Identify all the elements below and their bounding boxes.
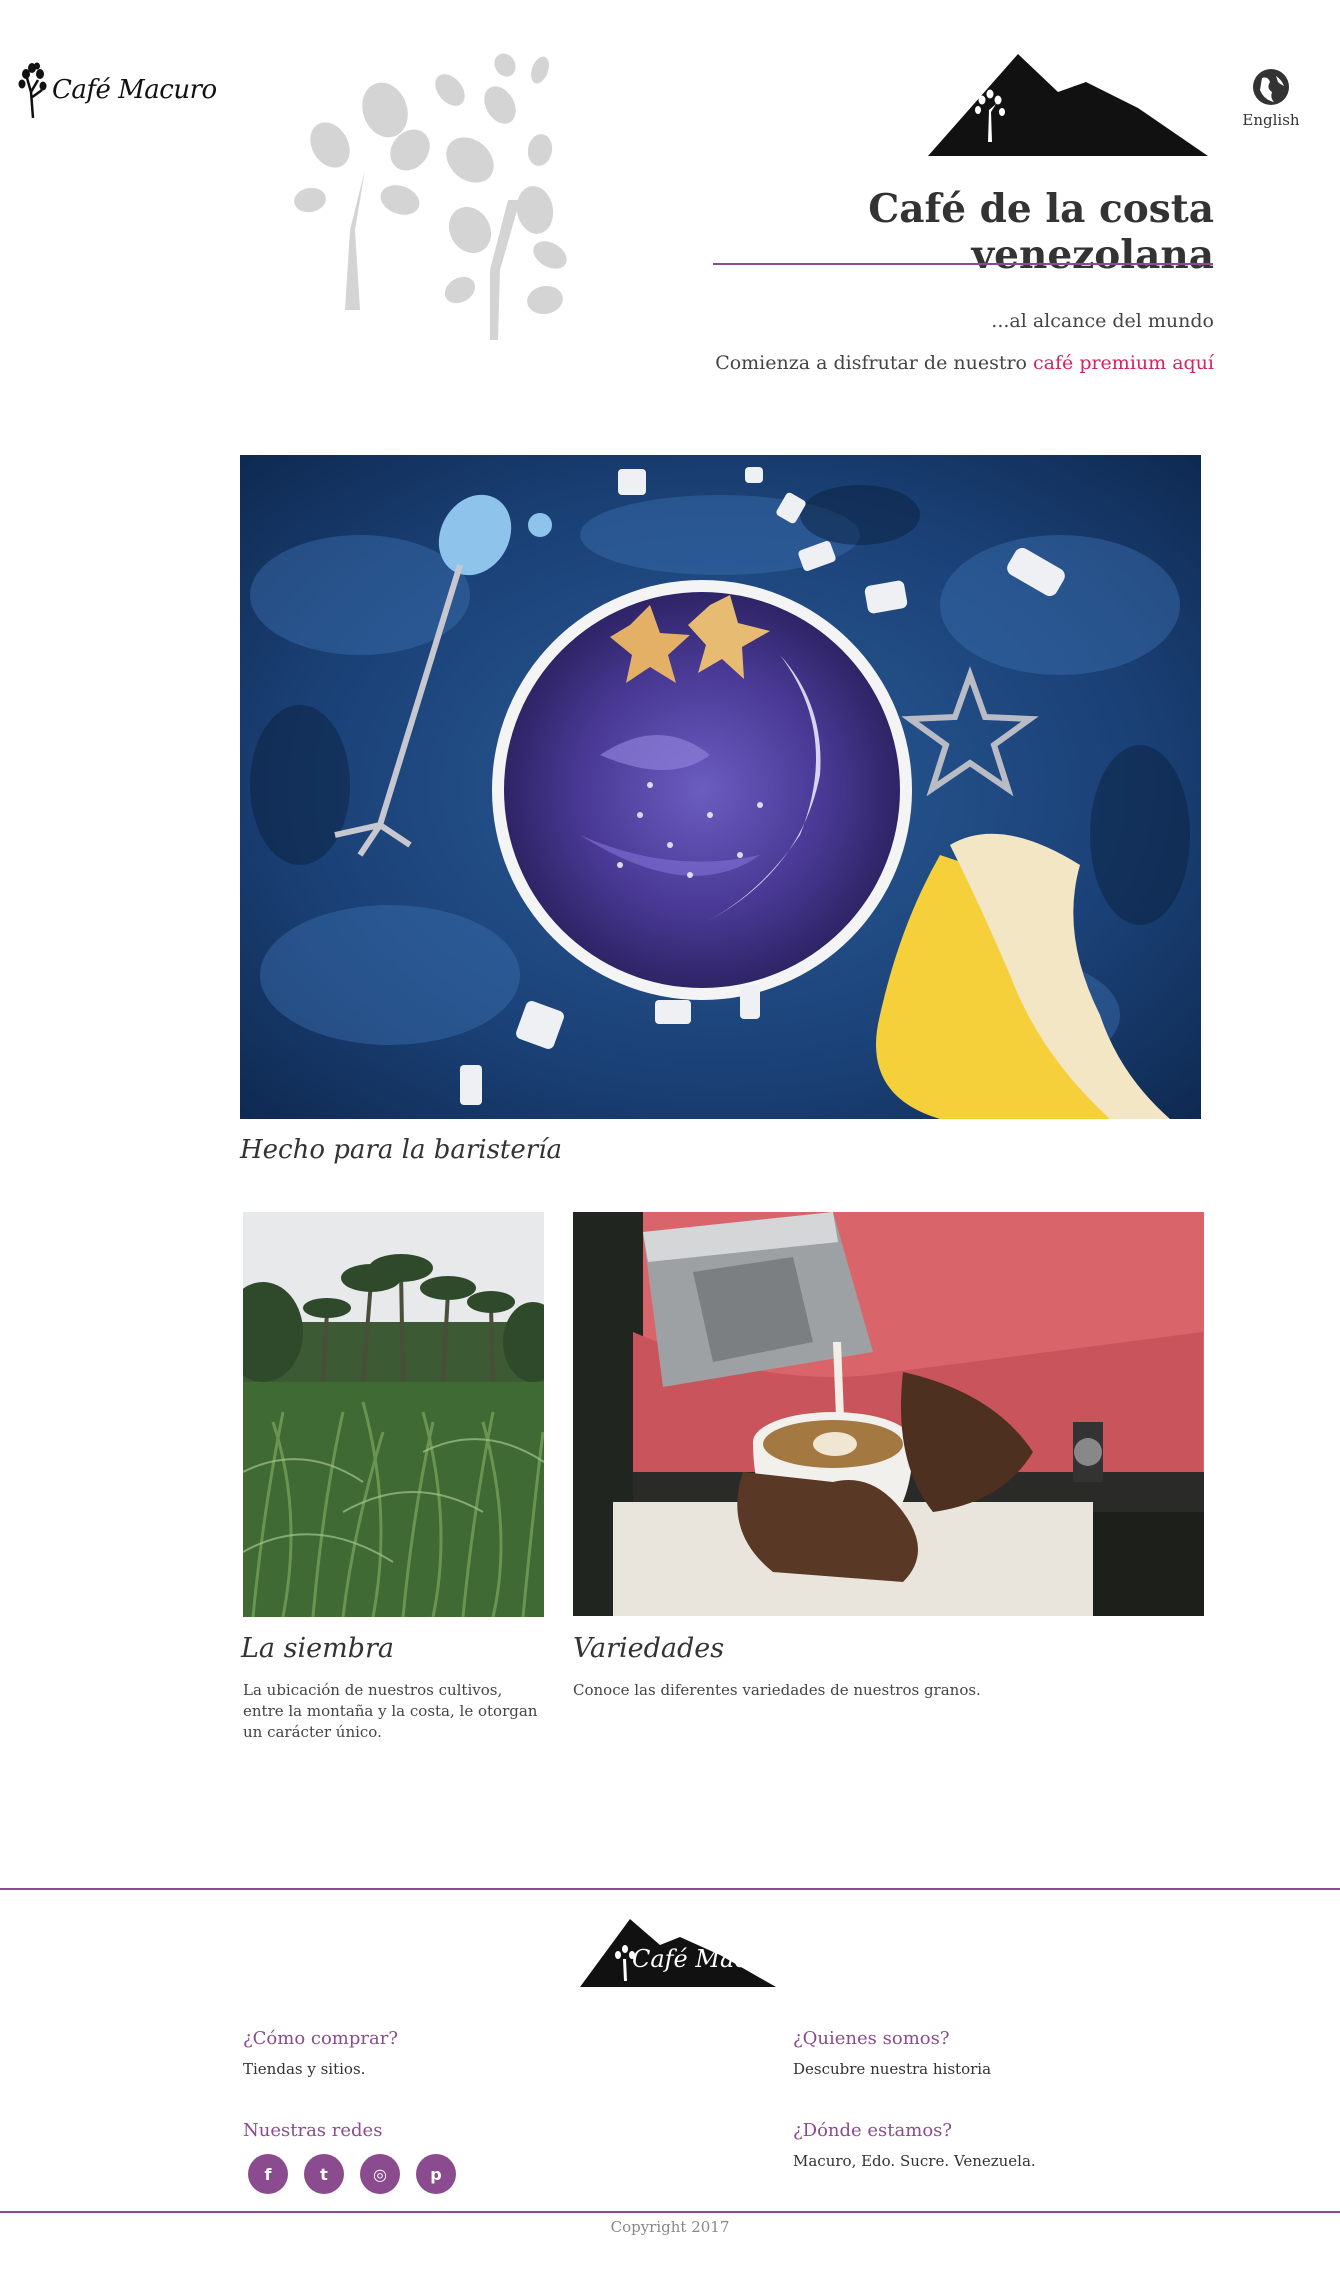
hero-image <box>240 455 1201 1119</box>
brand-logo[interactable]: Café Macuro <box>18 62 217 118</box>
coffee-branches-illustration <box>294 53 567 340</box>
globe-icon <box>1253 69 1289 105</box>
varieties-image <box>573 1212 1204 1616</box>
language-switch[interactable]: English <box>1236 68 1306 129</box>
footer-divider-top <box>0 1888 1340 1890</box>
social-networks-heading[interactable]: Nuestras redes <box>243 2120 382 2141</box>
footer-divider-bottom <box>0 2211 1340 2213</box>
title-divider <box>713 263 1213 265</box>
footer-brand-name: Café Macuro <box>632 1945 790 1973</box>
tagline: ...al alcance del mundo <box>991 310 1214 332</box>
how-to-buy-text: Tiendas y sitios. <box>243 2060 366 2078</box>
card-description-planting: La ubicación de nuestros cultivos, entre… <box>243 1681 538 1741</box>
facebook-icon[interactable]: f <box>248 2154 288 2194</box>
social-links: f t ◎ p <box>248 2154 456 2194</box>
copyright: Copyright 2017 <box>610 2218 730 2236</box>
location-text: Macuro, Edo. Sucre. Venezuela. <box>793 2152 1036 2170</box>
twitter-icon[interactable]: t <box>304 2154 344 2194</box>
instagram-icon[interactable]: ◎ <box>360 2154 400 2194</box>
card-title-varieties[interactable]: Variedades <box>573 1633 724 1664</box>
card-description-varieties: Conoce las diferentes variedades de nues… <box>573 1681 981 1699</box>
footer-logo[interactable]: Café Macuro <box>580 1915 789 1993</box>
language-label: English <box>1242 111 1300 129</box>
premium-coffee-link[interactable]: café premium aquí <box>1033 352 1214 374</box>
cta-line: Comienza a disfrutar de nuestro café pre… <box>600 352 1214 374</box>
pinterest-icon[interactable]: p <box>416 2154 456 2194</box>
about-us-link[interactable]: ¿Quienes somos? <box>793 2028 949 2049</box>
how-to-buy-link[interactable]: ¿Cómo comprar? <box>243 2028 398 2049</box>
brand-name: Café Macuro <box>52 75 217 105</box>
coffee-tree-icon <box>18 62 47 118</box>
hero-caption: Hecho para la baristería <box>240 1135 563 1165</box>
location-link[interactable]: ¿Dónde estamos? <box>793 2120 952 2141</box>
mountain-logo <box>928 54 1208 156</box>
card-title-planting[interactable]: La siembra <box>241 1633 394 1664</box>
plantation-image <box>243 1212 544 1617</box>
about-us-text: Descubre nuestra historia <box>793 2060 992 2078</box>
cta-prefix: Comienza a disfrutar de nuestro <box>715 352 1027 374</box>
